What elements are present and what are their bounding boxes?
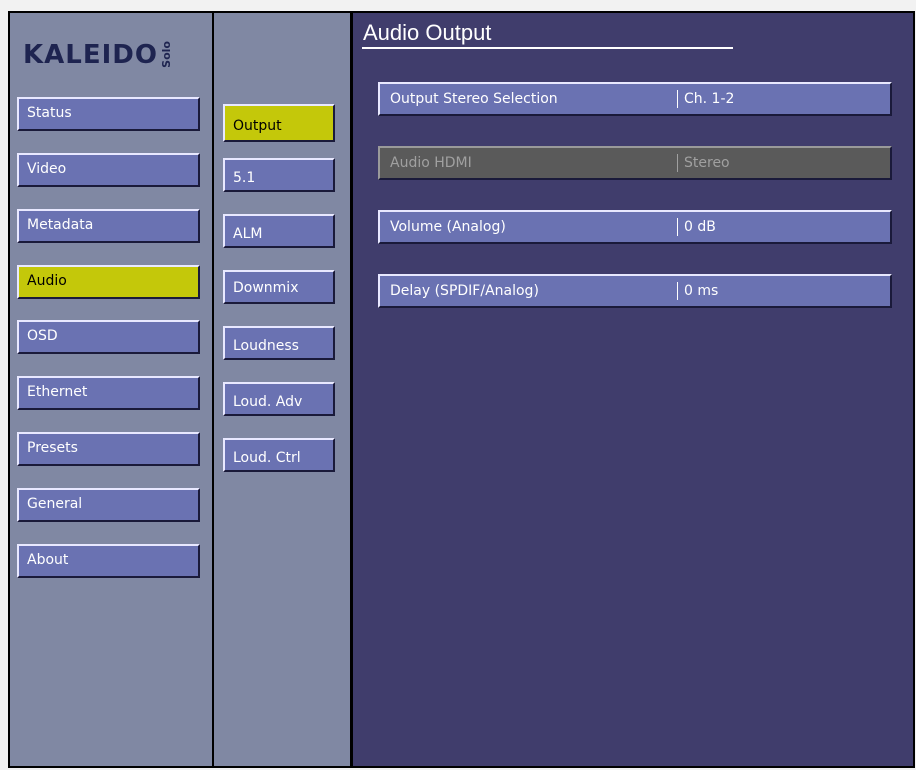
field-label: Output Stereo Selection <box>390 91 558 107</box>
output-stereo-selection-field[interactable]: Output Stereo Selection Ch. 1-2 <box>378 82 892 116</box>
field-separator <box>677 154 678 172</box>
field-value: Ch. 1-2 <box>684 91 735 107</box>
nav-item-presets[interactable]: Presets <box>17 432 200 466</box>
kaleido-logo: KALEIDO Solo <box>23 28 173 70</box>
field-separator <box>677 90 678 108</box>
subnav-item-loud-adv[interactable]: Loud. Adv <box>223 382 335 416</box>
nav-item-general[interactable]: General <box>17 488 200 522</box>
field-value: 0 ms <box>684 283 719 299</box>
subnav-item-5-1[interactable]: 5.1 <box>223 158 335 192</box>
title-underline <box>362 47 733 49</box>
subnav-item-output[interactable]: Output <box>223 104 335 142</box>
field-label: Volume (Analog) <box>390 219 506 235</box>
volume-analog-field[interactable]: Volume (Analog) 0 dB <box>378 210 892 244</box>
nav-item-video[interactable]: Video <box>17 153 200 187</box>
field-value: Stereo <box>684 155 730 171</box>
audio-hdmi-field: Audio HDMI Stereo <box>378 146 892 180</box>
delay-spdif-analog-field[interactable]: Delay (SPDIF/Analog) 0 ms <box>378 274 892 308</box>
subnav-item-alm[interactable]: ALM <box>223 214 335 248</box>
nav-item-osd[interactable]: OSD <box>17 320 200 354</box>
nav-item-ethernet[interactable]: Ethernet <box>17 376 200 410</box>
page-title: Audio Output <box>363 20 492 45</box>
field-separator <box>677 218 678 236</box>
nav-item-about[interactable]: About <box>17 544 200 578</box>
content-panel <box>353 13 913 766</box>
logo-text: KALEIDO <box>23 40 158 70</box>
subnav-item-loud-ctrl[interactable]: Loud. Ctrl <box>223 438 335 472</box>
logo-edition: Solo <box>159 41 173 68</box>
nav-item-audio[interactable]: Audio <box>17 265 200 299</box>
subnav-item-downmix[interactable]: Downmix <box>223 270 335 304</box>
field-separator <box>677 282 678 300</box>
subnav-item-loudness[interactable]: Loudness <box>223 326 335 360</box>
field-label: Audio HDMI <box>390 155 472 171</box>
nav-item-metadata[interactable]: Metadata <box>17 209 200 243</box>
field-value: 0 dB <box>684 219 716 235</box>
field-label: Delay (SPDIF/Analog) <box>390 283 539 299</box>
nav-item-status[interactable]: Status <box>17 97 200 131</box>
